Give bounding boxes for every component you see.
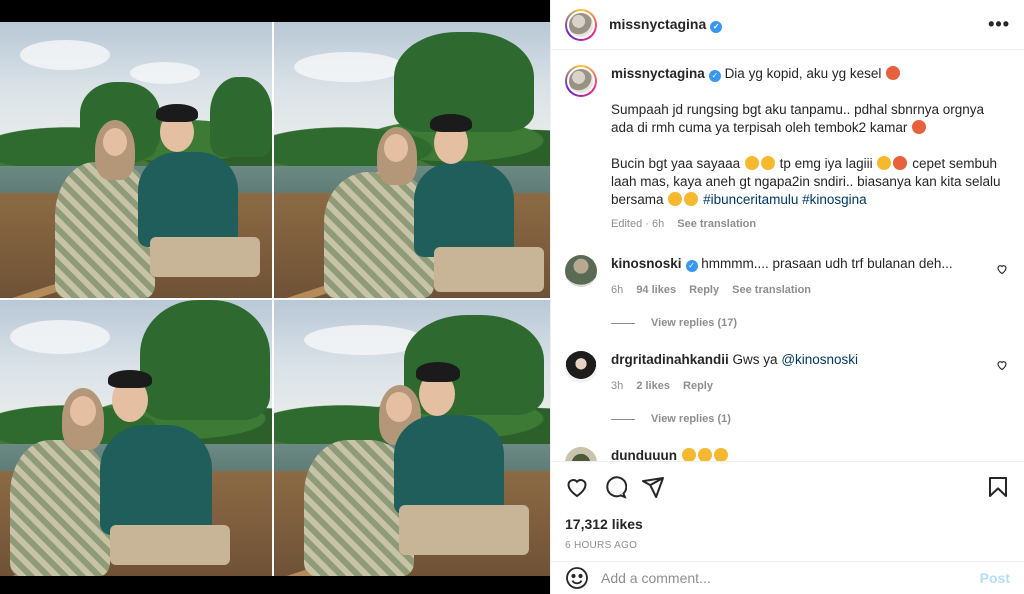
comment-icon[interactable] xyxy=(603,475,627,499)
commenter-avatar[interactable] xyxy=(565,351,597,383)
laugh-emoji-icon xyxy=(681,448,696,461)
caption: missnyctagina ✓ Dia yg kopid, aku yg kese… xyxy=(565,65,1010,233)
emoji-icon[interactable] xyxy=(565,566,589,590)
comment-username[interactable]: dunduuun xyxy=(611,448,677,461)
save-icon[interactable] xyxy=(986,475,1010,499)
comment-input[interactable] xyxy=(601,570,980,586)
caption-para3b: tp emg iya lagiii xyxy=(779,156,873,171)
view-replies-label[interactable]: View replies (1) xyxy=(651,413,731,425)
post-sidebar: missnyctagina ✓ ••• missnyctagina ✓ Dia yg… xyxy=(550,0,1024,594)
view-replies-button[interactable]: View replies (17) xyxy=(611,317,1010,329)
verified-icon: ✓ xyxy=(708,70,721,82)
photo-couple-1 xyxy=(0,22,272,298)
comment-username[interactable]: drgritadinahkandii xyxy=(611,352,729,367)
smile-emoji-icon xyxy=(668,192,683,206)
comment-like-heart-icon[interactable] xyxy=(996,263,1008,275)
verified-icon: ✓ xyxy=(710,21,723,33)
photo-couple-4 xyxy=(274,300,550,576)
comment-mention[interactable]: @kinosnoski xyxy=(781,352,858,367)
comments-list[interactable]: missnyctagina ✓ Dia yg kopid, aku yg kese… xyxy=(551,51,1024,461)
comment-text: hmmmm.... prasaan udh trf bulanan deh... xyxy=(701,256,953,271)
laugh-emoji-icon xyxy=(697,448,712,461)
comment-item: dunduuun xyxy=(565,447,1010,461)
photo-collage xyxy=(0,22,550,576)
add-comment-bar: Post xyxy=(551,561,1024,594)
comment-username[interactable]: kinosnoski xyxy=(611,256,682,271)
view-replies-button[interactable]: View replies (1) xyxy=(611,413,1010,425)
post-modal: missnyctagina ✓ ••• missnyctagina ✓ Dia yg… xyxy=(0,0,1024,594)
laugh-emoji-icon xyxy=(744,156,759,170)
view-replies-label[interactable]: View replies (17) xyxy=(651,317,737,329)
angry-emoji-icon xyxy=(886,66,901,80)
post-header: missnyctagina ✓ ••• xyxy=(551,0,1024,50)
share-icon[interactable] xyxy=(641,475,665,499)
see-translation-button[interactable]: See translation xyxy=(732,284,811,296)
caption-para3a: Bucin bgt yaa sayaaa xyxy=(611,156,741,171)
comment-likes[interactable]: 94 likes xyxy=(636,284,676,296)
more-icon[interactable]: ••• xyxy=(988,14,1010,35)
photo-couple-2 xyxy=(274,22,550,298)
comment-text: Gws ya xyxy=(732,352,778,367)
reply-button[interactable]: Reply xyxy=(689,284,719,296)
heart-icon[interactable] xyxy=(565,475,589,499)
comment-item: kinosnoski ✓ hmmmm.... prasaan udh trf bu… xyxy=(565,255,1010,299)
caption-see-translation[interactable]: See translation xyxy=(677,218,756,230)
comment-likes[interactable]: 2 likes xyxy=(636,380,670,392)
action-bar: 17,312 likes 6 HOURS AGO xyxy=(551,461,1024,556)
author-username[interactable]: missnyctagina ✓ xyxy=(609,16,723,33)
comment-item: drgritadinahkandii Gws ya @kinosnoski 3h… xyxy=(565,351,1010,395)
post-time: 6 HOURS AGO xyxy=(565,540,638,551)
comment-like-heart-icon[interactable] xyxy=(996,359,1008,371)
monkey-emoji-icon xyxy=(912,120,927,134)
post-media[interactable] xyxy=(0,0,550,594)
caption-username[interactable]: missnyctagina xyxy=(611,66,705,81)
comment-time: 3h xyxy=(611,380,624,392)
verified-icon: ✓ xyxy=(685,260,698,272)
post-button[interactable]: Post xyxy=(980,570,1010,586)
reply-button[interactable]: Reply xyxy=(683,380,713,392)
commenter-avatar[interactable] xyxy=(565,447,597,461)
caption-avatar[interactable] xyxy=(565,65,597,97)
comment-time: 6h xyxy=(611,284,624,296)
laugh-emoji-icon xyxy=(760,156,775,170)
caption-para2: Sumpaah jd rungsing bgt aku tanpamu.. pd… xyxy=(611,102,984,135)
comment-meta: 6h 94 likes Reply See translation xyxy=(611,281,1010,299)
author-avatar[interactable] xyxy=(565,8,597,41)
caption-line1: Dia yg kopid, aku yg kesel xyxy=(724,66,882,81)
caption-hashtags[interactable]: #ibunceritamulu #kinosgina xyxy=(703,192,867,207)
peace-emoji-icon xyxy=(684,192,699,206)
commenter-avatar[interactable] xyxy=(565,255,597,287)
caption-edited: Edited · 6h xyxy=(611,218,665,230)
monkey-emoji-icon xyxy=(893,156,908,170)
likes-count[interactable]: 17,312 likes xyxy=(565,516,1010,532)
author-username-text[interactable]: missnyctagina xyxy=(609,16,706,32)
laugh-emoji-icon xyxy=(713,448,728,461)
comment-meta: 3h 2 likes Reply xyxy=(611,377,1010,395)
caption-meta: Edited · 6h See translation xyxy=(611,215,1010,233)
laugh-emoji-icon xyxy=(877,156,892,170)
photo-couple-3 xyxy=(0,300,272,576)
